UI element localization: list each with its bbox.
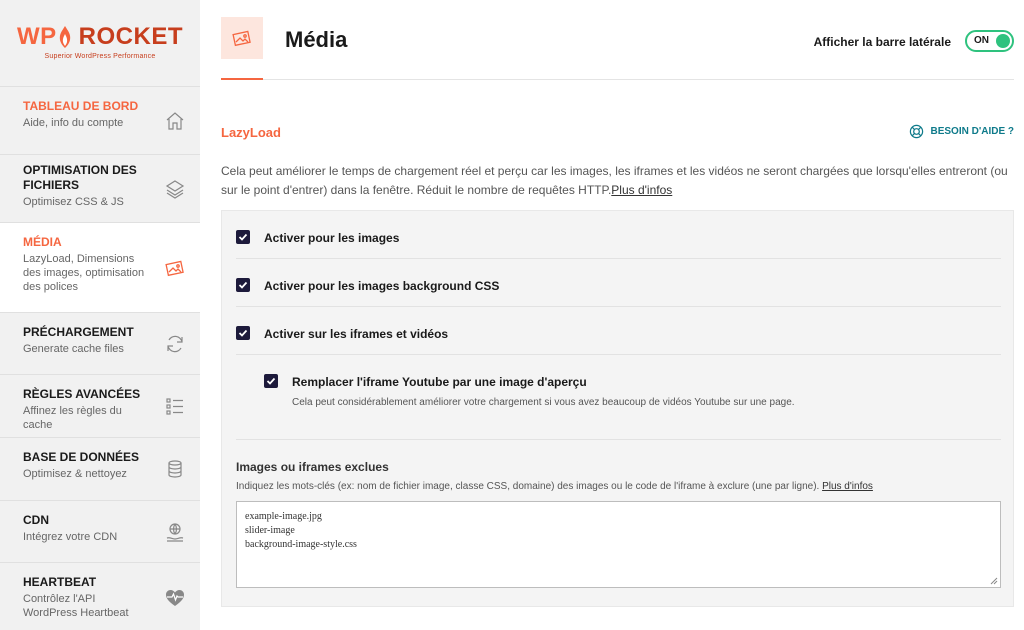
logo-tagline: Superior WordPress Performance [44,52,156,60]
sidebar-item-heartbeat[interactable]: HEARTBEAT Contrôlez l'API WordPress Hear… [0,562,200,630]
sidebar-item-media[interactable]: MÉDIA LazyLoad, Dimensions des images, o… [0,222,200,312]
globe-hand-icon [164,521,186,543]
sidebar-item-base-de-donnees[interactable]: BASE DE DONNÉES Optimisez & nettoyez [0,437,200,500]
checkbox-youtube-preview[interactable] [264,374,278,388]
sidebar-item-desc: LazyLoad, Dimensions des images, optimis… [23,253,145,293]
home-icon [164,110,186,132]
help-link-label: BESOIN D'AIDE ? [930,126,1015,137]
exclusions-textarea[interactable]: example-image.jpg slider-image backgroun… [236,501,1001,588]
exclusions-more-info-link[interactable]: Plus d'infos [822,481,873,492]
sidebar-item-title: TABLEAU DE BORD [23,99,139,113]
main-content: Média Afficher la barre latérale ON Lazy… [221,0,1014,630]
sidebar-item-desc: Generate cache files [23,343,124,355]
database-icon [164,458,186,480]
option-label: Activer pour les images [264,231,400,245]
sidebar-item-desc: Affinez les règles du cache [23,405,122,431]
list-icon [164,395,186,417]
sidebar-nav: TABLEAU DE BORD Aide, info du compte OPT… [0,86,200,630]
sidebar-item-title: RÈGLES AVANCÉES [23,387,141,401]
sidebar-item-desc: Intégrez votre CDN [23,531,118,543]
sidebar-item-desc: Optimisez CSS & JS [23,196,124,208]
sidebar-toggle[interactable]: ON [965,30,1014,52]
sidebar-item-title: BASE DE DONNÉES [23,450,140,464]
lazyload-options-panel: Activer pour les images Activer pour les… [221,210,1014,607]
help-link[interactable]: BESOIN D'AIDE ? [909,124,1015,139]
exclusions-description: Indiquez les mots-clés (ex: nom de fichi… [236,481,873,492]
checkbox-iframes-videos[interactable] [236,326,250,340]
option-label: Remplacer l'iframe Youtube par une image… [292,375,587,389]
sidebar-item-optimisation-fichiers[interactable]: OPTIMISATION DES FICHIERS Optimisez CSS … [0,154,200,222]
more-info-link[interactable]: Plus d'infos [611,183,672,197]
section-description: Cela peut améliorer le temps de chargeme… [221,162,1014,200]
option-youtube-preview[interactable]: Remplacer l'iframe Youtube par une image… [264,357,1001,439]
exclusions-description-text: Indiquez les mots-clés (ex: nom de fichi… [236,481,820,492]
page-header: Média Afficher la barre latérale ON [221,0,1014,80]
refresh-icon [164,333,186,355]
textarea-line: background-image-style.css [245,539,357,550]
sidebar-item-desc: Contrôlez l'API WordPress Heartbeat [23,593,129,619]
sidebar: WP ROCKET Superior WordPress Performance… [0,0,200,630]
resize-handle-icon[interactable] [990,577,998,585]
sidebar-item-desc: Aide, info du compte [23,117,124,129]
rocket-flame-icon [59,25,70,48]
sidebar-item-title: MÉDIA [23,235,62,249]
sidebar-item-title: CDN [23,513,49,527]
media-header-icon [221,17,263,59]
sidebar-item-cdn[interactable]: CDN Intégrez votre CDN [0,500,200,562]
textarea-line: slider-image [245,525,295,536]
layers-icon [164,178,186,200]
checkbox-background-css[interactable] [236,278,250,292]
sidebar-item-desc: Optimisez & nettoyez [23,468,127,480]
logo-rocket-text: ROCKET [78,22,183,50]
images-icon [164,257,186,279]
sidebar-toggle-label: Afficher la barre latérale [813,35,951,49]
textarea-line: example-image.jpg [245,511,322,522]
page-title: Média [285,27,348,52]
toggle-state-text: ON [974,35,989,46]
option-label: Activer pour les images background CSS [264,279,500,293]
checkbox-images[interactable] [236,230,250,244]
sidebar-item-regles-avancees[interactable]: RÈGLES AVANCÉES Affinez les règles du ca… [0,374,200,437]
divider [236,439,1001,440]
lifebuoy-icon [909,124,923,139]
option-background-css[interactable]: Activer pour les images background CSS [236,259,1001,307]
heartbeat-icon [164,587,186,609]
sidebar-item-title: OPTIMISATION DES FICHIERS [23,163,137,192]
section-title-lazyload: LazyLoad [221,125,281,140]
sidebar-item-title: HEARTBEAT [23,575,97,589]
toggle-knob [996,34,1010,48]
option-iframes-videos[interactable]: Activer sur les iframes et vidéos [236,307,1001,355]
option-images[interactable]: Activer pour les images [236,211,1001,259]
wp-rocket-logo[interactable]: WP ROCKET Superior WordPress Performance [0,0,200,78]
logo-wp-text: WP [16,22,57,50]
exclusions-title: Images ou iframes exclues [236,460,389,474]
sidebar-item-tableau-de-bord[interactable]: TABLEAU DE BORD Aide, info du compte [0,86,200,154]
sidebar-item-title: PRÉCHARGEMENT [23,325,134,339]
sidebar-item-prechargement[interactable]: PRÉCHARGEMENT Generate cache files [0,312,200,374]
header-accent-underline [221,78,263,80]
option-label: Activer sur les iframes et vidéos [264,327,449,341]
option-description: Cela peut considérablement améliorer vot… [292,397,795,408]
